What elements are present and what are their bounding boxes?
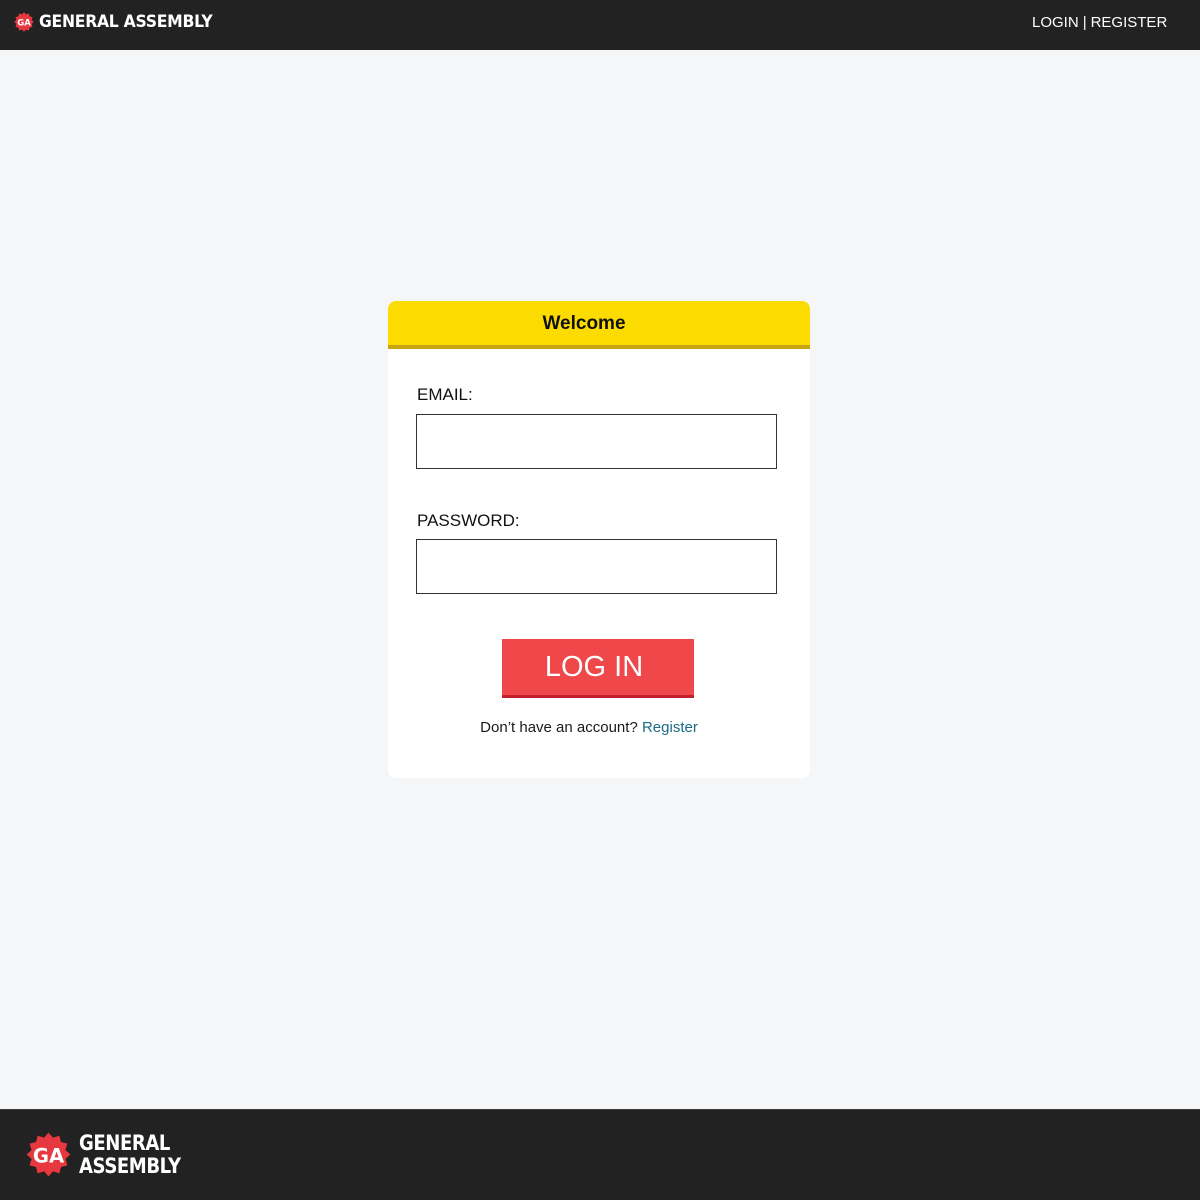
top-navbar: GA GENERAL ASSEMBLY LOGIN | REGISTER [0, 0, 1200, 50]
email-input[interactable] [416, 414, 777, 469]
footer-wordmark-line2: ASSEMBLY [79, 1153, 181, 1178]
register-link[interactable]: REGISTER [1091, 14, 1168, 31]
footer-brand-logo[interactable]: GA GENERAL ASSEMBLY [24, 1130, 197, 1179]
brand-wordmark: GENERAL ASSEMBLY [39, 12, 213, 32]
login-card: Welcome EMAIL: PASSWORD: LOG IN Don’t ha… [388, 301, 810, 778]
login-link[interactable]: LOGIN [1032, 14, 1079, 31]
footer: GA GENERAL ASSEMBLY [0, 1109, 1200, 1200]
register-inline-link[interactable]: Register [642, 719, 698, 736]
footer-wordmark-line1: GENERAL [79, 1130, 170, 1155]
footer-wordmark: GENERAL ASSEMBLY [79, 1130, 181, 1178]
auth-nav: LOGIN | REGISTER [1032, 14, 1167, 32]
email-label: EMAIL: [417, 385, 473, 404]
seal-text: GA [17, 18, 31, 28]
brand-logo-link[interactable]: GA GENERAL ASSEMBLY [13, 11, 227, 33]
seal-text: GA [33, 1145, 65, 1168]
nav-separator: | [1082, 14, 1087, 31]
register-prompt-line: Don’t have an account? Register [388, 718, 810, 738]
login-button[interactable]: LOG IN [502, 639, 694, 698]
password-input[interactable] [416, 539, 777, 594]
login-button-label: LOG IN [544, 651, 644, 683]
password-label: PASSWORD: [417, 511, 520, 530]
ga-seal-icon: GA [14, 12, 34, 32]
register-prompt-text: Don’t have an account? [480, 719, 638, 736]
ga-seal-icon: GA [26, 1132, 71, 1177]
card-title: Welcome [388, 301, 810, 349]
